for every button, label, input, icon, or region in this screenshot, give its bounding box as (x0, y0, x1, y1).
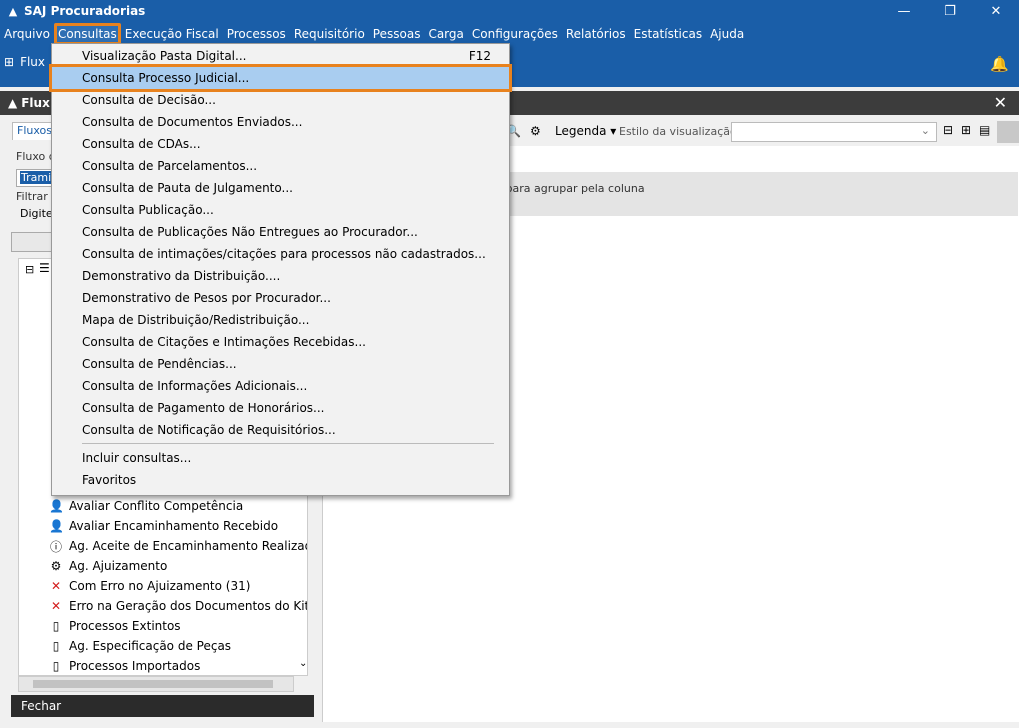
menu-relatorios[interactable]: Relatórios (562, 23, 630, 45)
menu-item[interactable]: Consulta de CDAs... (52, 133, 509, 155)
bell-icon[interactable]: 🔔 (990, 55, 1009, 73)
menu-item[interactable]: Demonstrativo da Distribuição.... (52, 265, 509, 287)
menu-item[interactable]: Visualização Pasta Digital... F12 (52, 45, 509, 67)
legend-icon: ⚙ (530, 124, 541, 138)
seal-icon: ⚙ (50, 559, 62, 573)
app-logo-icon: ▲ (8, 96, 18, 110)
title-bar: ▲ SAJ Procuradorias — ❐ ✕ (0, 0, 1019, 22)
list-item[interactable]: ✕ Erro na Geração dos Documentos do Kit (49, 596, 307, 616)
menu-item[interactable]: Consulta de intimações/citações para pro… (52, 243, 509, 265)
info-icon: ⓘ (49, 539, 62, 554)
menu-item[interactable]: Consulta de Publicações Não Entregues ao… (52, 221, 509, 243)
error-icon: ✕ (50, 579, 62, 593)
window-controls: — ❐ ✕ (881, 0, 1019, 22)
close-window-button[interactable]: ✕ (973, 0, 1019, 22)
expand-icon[interactable]: ⊟ (25, 263, 34, 276)
scrollbar-thumb[interactable] (33, 680, 273, 688)
list-item[interactable]: ▯ Processos Importados (49, 656, 201, 675)
menu-execucao-fiscal[interactable]: Execução Fiscal (121, 23, 223, 45)
list-item[interactable]: ⓘ Ag. Aceite de Encaminhamento Realizado (49, 536, 307, 556)
chevron-down-icon: ⌄ (920, 124, 930, 137)
person-icon: 👤 (49, 519, 64, 533)
menu-item[interactable]: Consulta de Parcelamentos... (52, 155, 509, 177)
menu-item-favoritos[interactable]: Favoritos (52, 469, 509, 491)
close-icon[interactable]: ✕ (994, 93, 1007, 112)
document-icon: ▯ (52, 619, 60, 633)
horizontal-scrollbar[interactable] (18, 676, 294, 692)
menu-ajuda[interactable]: Ajuda (706, 23, 748, 45)
error-icon: ✕ (50, 599, 62, 613)
estilo-select[interactable]: ⌄ (731, 122, 937, 142)
menu-pessoas[interactable]: Pessoas (369, 23, 425, 45)
menu-requisitorio[interactable]: Requisitório (290, 23, 369, 45)
menu-item[interactable]: Consulta de Decisão... (52, 89, 509, 111)
layout-icon[interactable]: ▤ (979, 123, 990, 137)
fluxo-label: Fluxo d (16, 150, 56, 163)
layout-icon[interactable]: ⊟ (943, 123, 953, 137)
document-icon: ▯ (52, 639, 60, 653)
menu-item[interactable]: Consulta de Pauta de Julgamento... (52, 177, 509, 199)
menu-item[interactable]: Mapa de Distribuição/Redistribuição... (52, 309, 509, 331)
legenda-dropdown[interactable]: Legenda ▾ (555, 124, 616, 138)
window-title: SAJ Procuradorias (24, 4, 146, 18)
fechar-button[interactable]: Fechar (11, 695, 314, 717)
document-icon: ▯ (52, 659, 60, 673)
menu-item[interactable]: Consulta de Informações Adicionais... (52, 375, 509, 397)
list-item[interactable]: ▯ Processos Extintos (49, 616, 181, 636)
menu-arquivo[interactable]: Arquivo (0, 23, 54, 45)
filtrar-label: Filtrar f (16, 190, 56, 203)
menu-item[interactable]: Consulta de Citações e Intimações Recebi… (52, 331, 509, 353)
list-item[interactable]: ✕ Com Erro no Ajuizamento (31) (49, 576, 250, 596)
filter-icon[interactable] (997, 121, 1019, 143)
menu-item-incluir-consultas[interactable]: Incluir consultas... (52, 447, 509, 469)
menu-configuracoes[interactable]: Configurações (468, 23, 562, 45)
menu-separator (82, 443, 494, 444)
list-icon: ☰ (39, 261, 50, 275)
menu-consultas[interactable]: Consultas (53, 22, 121, 45)
menu-processos[interactable]: Processos (223, 23, 290, 45)
list-item[interactable]: 👤 Avaliar Conflito Competência (49, 496, 243, 516)
fluxo-toolbar-label: Flux (20, 55, 46, 69)
layout-icon[interactable]: ⊞ (961, 123, 971, 137)
hierarchy-icon: ⊞ (4, 55, 15, 69)
list-item[interactable]: 👤 Avaliar Encaminhamento Recebido (49, 516, 278, 536)
menu-bar: Arquivo Consultas Execução Fiscal Proces… (0, 22, 1019, 45)
fluxo-toolbar-button[interactable]: ⊞ Flux (4, 55, 45, 69)
menu-carga[interactable]: Carga (424, 23, 467, 45)
estilo-label: Estilo da visualização (619, 125, 737, 138)
menu-item[interactable]: Consulta de Documentos Enviados... (52, 111, 509, 133)
consultas-dropdown-menu: Visualização Pasta Digital... F12 Consult… (49, 43, 512, 496)
menu-item[interactable]: Consulta de Pendências... (52, 353, 509, 375)
restore-button[interactable]: ❐ (927, 0, 973, 22)
inner-window-title: Flux (21, 96, 50, 110)
person-icon: 👤 (49, 499, 64, 513)
app-logo-icon: ▲ (8, 4, 18, 18)
chevron-down-icon[interactable]: ⌄ (299, 658, 307, 669)
menu-item[interactable]: Demonstrativo de Pesos por Procurador... (52, 287, 509, 309)
list-item[interactable]: ⚙ Ag. Ajuizamento (49, 556, 168, 576)
menu-item-consulta-processo-judicial[interactable]: Consulta Processo Judicial... (49, 64, 512, 92)
menu-item[interactable]: Consulta de Pagamento de Honorários... (52, 397, 509, 419)
menu-item[interactable]: Consulta Publicação... (52, 199, 509, 221)
menu-item[interactable]: Consulta de Notificação de Requisitórios… (52, 419, 509, 441)
minimize-button[interactable]: — (881, 0, 927, 22)
menu-estatisticas[interactable]: Estatísticas (630, 23, 706, 45)
list-item[interactable]: ▯ Ag. Especificação de Peças (49, 636, 231, 656)
